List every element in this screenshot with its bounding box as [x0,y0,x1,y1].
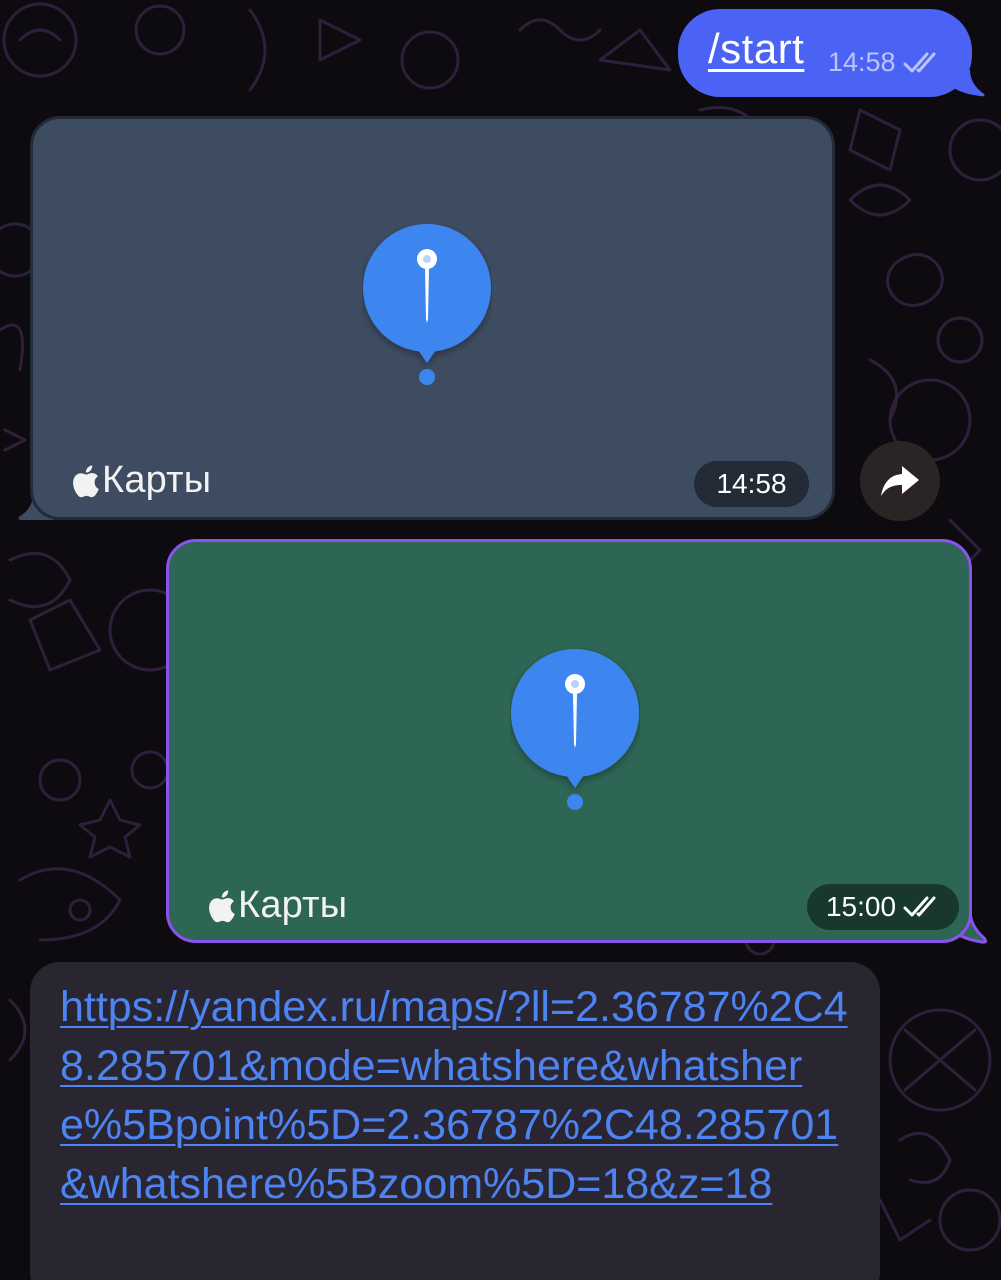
link-message-incoming: https://yandex.ru/maps/?ll=2.36787%2C48.… [30,962,880,1280]
double-check-icon [903,52,936,72]
message-meta: 14:58 [828,47,940,78]
start-command-link[interactable]: /start [708,25,804,73]
message-time: 14:58 [716,468,787,499]
double-check-icon [903,896,936,917]
apple-maps-brand: Карты [206,884,347,927]
message-time: 14:58 [828,47,896,77]
message-time-pill: 15:00 [807,884,959,930]
map-pin-icon [511,649,639,810]
apple-maps-brand: Карты [70,459,211,502]
yandex-maps-link[interactable]: https://yandex.ru/maps/?ll=2.36787%2C48.… [60,978,860,1214]
map-pin-icon [363,224,491,385]
message-time-pill: 14:58 [694,461,809,507]
maps-brand-label: Карты [238,884,348,926]
forward-button[interactable] [860,441,940,521]
location-message-outgoing[interactable]: Карты 15:00 [166,539,972,943]
message-time: 15:00 [825,891,897,922]
message-start-bubble[interactable]: /start 14:58 [678,9,972,97]
share-arrow-icon [881,466,919,496]
maps-brand-label: Карты [102,459,212,501]
apple-logo-icon [73,464,99,497]
chat-screen: /start 14:58 Карты 14:58 Карты 15:00 htt… [0,0,1001,1280]
location-message-incoming[interactable]: Карты 14:58 [30,116,835,520]
apple-logo-icon [209,889,235,922]
